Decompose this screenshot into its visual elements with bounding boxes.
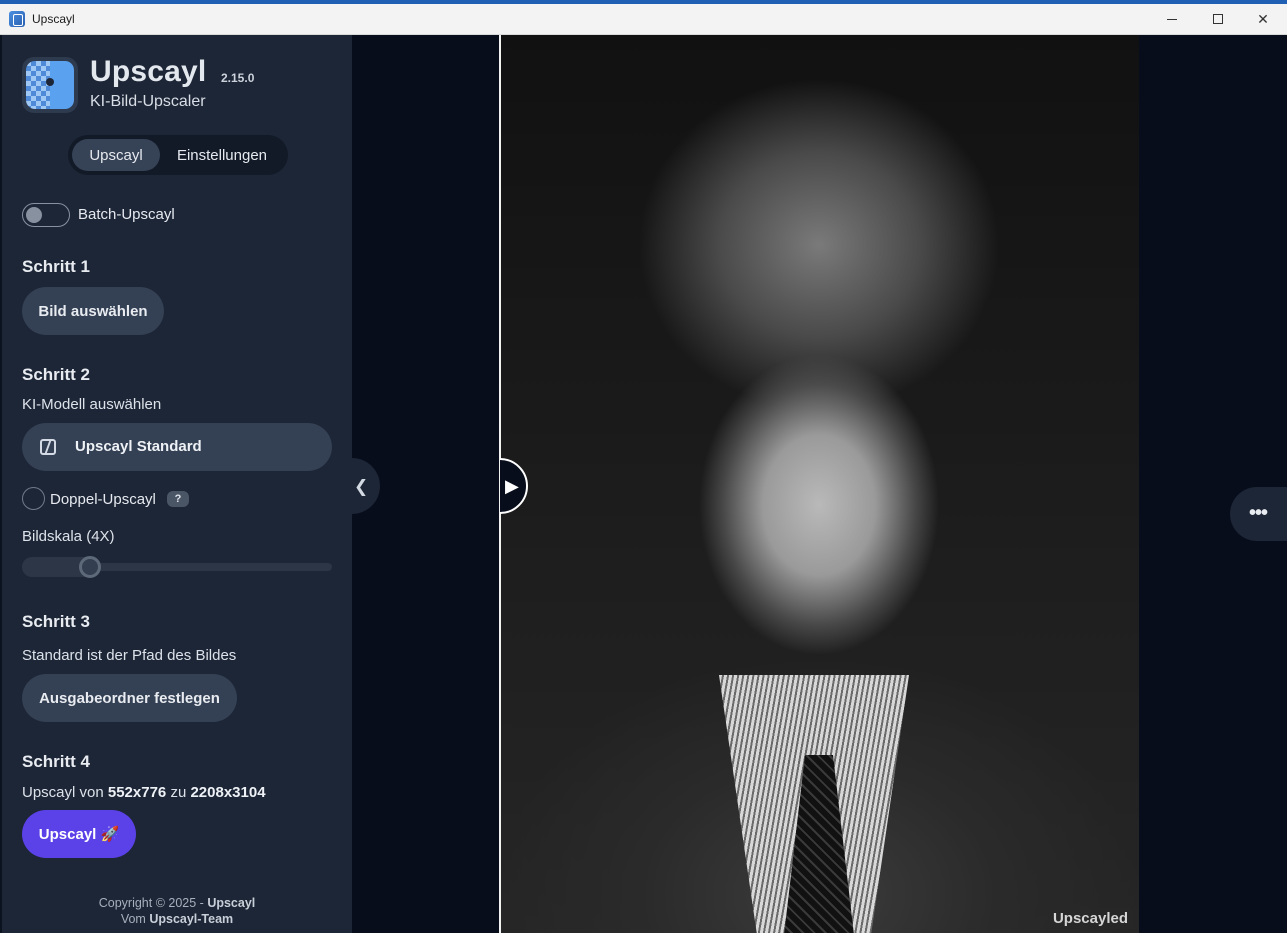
maximize-button[interactable] bbox=[1195, 4, 1241, 34]
upscaled-image: Upscayled bbox=[499, 35, 1139, 933]
minimize-button[interactable] bbox=[1149, 4, 1195, 34]
output-hint: Standard ist der Pfad des Bildes bbox=[22, 647, 237, 664]
step4-title: Schritt 4 bbox=[22, 752, 91, 771]
tab-upscayl[interactable]: Upscayl bbox=[72, 139, 160, 171]
play-right-icon: ▶ bbox=[505, 476, 519, 496]
step1-title: Schritt 1 bbox=[22, 257, 91, 276]
app-icon bbox=[9, 11, 25, 27]
step2-title: Schritt 2 bbox=[22, 365, 91, 384]
target-size: 2208x3104 bbox=[190, 784, 266, 801]
upscayled-badge: Upscayled bbox=[1047, 908, 1133, 929]
copyright-line: Copyright © 2025 - Upscayl bbox=[2, 896, 352, 910]
window-title: Upscayl bbox=[32, 12, 75, 26]
team-link[interactable]: Upscayl-Team bbox=[149, 912, 233, 926]
close-button[interactable]: ✕ bbox=[1240, 4, 1286, 34]
summary-prefix: Upscayl von bbox=[22, 784, 108, 801]
double-upscayl-checkbox[interactable] bbox=[22, 487, 45, 510]
model-swatch-icon bbox=[40, 439, 56, 455]
app-subtitle: KI-Bild-Upscaler bbox=[90, 93, 206, 110]
app-name: Upscayl bbox=[90, 55, 207, 88]
close-icon: ✕ bbox=[1257, 10, 1269, 27]
batch-toggle[interactable] bbox=[22, 203, 70, 227]
source-size: 552x776 bbox=[107, 784, 167, 801]
batch-label: Batch-Upscayl bbox=[78, 206, 175, 223]
maximize-icon bbox=[1213, 14, 1223, 24]
tab-bar: Upscayl Einstellungen bbox=[68, 135, 288, 175]
select-image-button[interactable]: Bild auswählen bbox=[22, 287, 164, 335]
scale-slider-knob[interactable] bbox=[79, 556, 102, 578]
model-select-button[interactable]: Upscayl Standard bbox=[22, 423, 332, 471]
more-options-button[interactable]: ••• bbox=[1230, 487, 1287, 541]
summary-middle: zu bbox=[166, 784, 191, 801]
team-line: Vom Upscayl-Team bbox=[2, 912, 352, 926]
app-version: 2.15.0 bbox=[221, 71, 255, 85]
set-output-folder-button[interactable]: Ausgabeordner festlegen bbox=[22, 674, 237, 722]
step3-title: Schritt 3 bbox=[22, 612, 91, 631]
help-badge[interactable]: ? bbox=[167, 491, 189, 507]
chevron-left-icon: ❮ bbox=[354, 477, 369, 496]
upscayl-logo bbox=[22, 57, 78, 113]
toggle-knob bbox=[26, 207, 42, 223]
copyright-prefix: Copyright © 2025 - bbox=[98, 896, 208, 910]
double-upscayl-label: Doppel-Upscayl bbox=[50, 491, 156, 508]
more-horizontal-icon: ••• bbox=[1249, 502, 1268, 524]
team-prefix: Vom bbox=[120, 912, 150, 926]
scale-label: Bildskala (4X) bbox=[22, 528, 115, 545]
sidebar: Upscayl 2.15.0 KI-Bild-Upscaler Upscayl … bbox=[2, 35, 352, 933]
minimize-icon bbox=[1167, 18, 1177, 20]
model-value: Upscayl Standard bbox=[75, 438, 202, 455]
upscayl-button[interactable]: Upscayl 🚀 bbox=[22, 810, 136, 858]
copyright-brand: Upscayl bbox=[207, 896, 256, 910]
upscale-summary: Upscayl von 552x776 zu 2208x3104 bbox=[22, 784, 266, 801]
model-select-label: KI-Modell auswählen bbox=[22, 396, 162, 413]
tab-settings[interactable]: Einstellungen bbox=[164, 139, 280, 171]
title-bar: Upscayl ✕ bbox=[0, 4, 1287, 35]
